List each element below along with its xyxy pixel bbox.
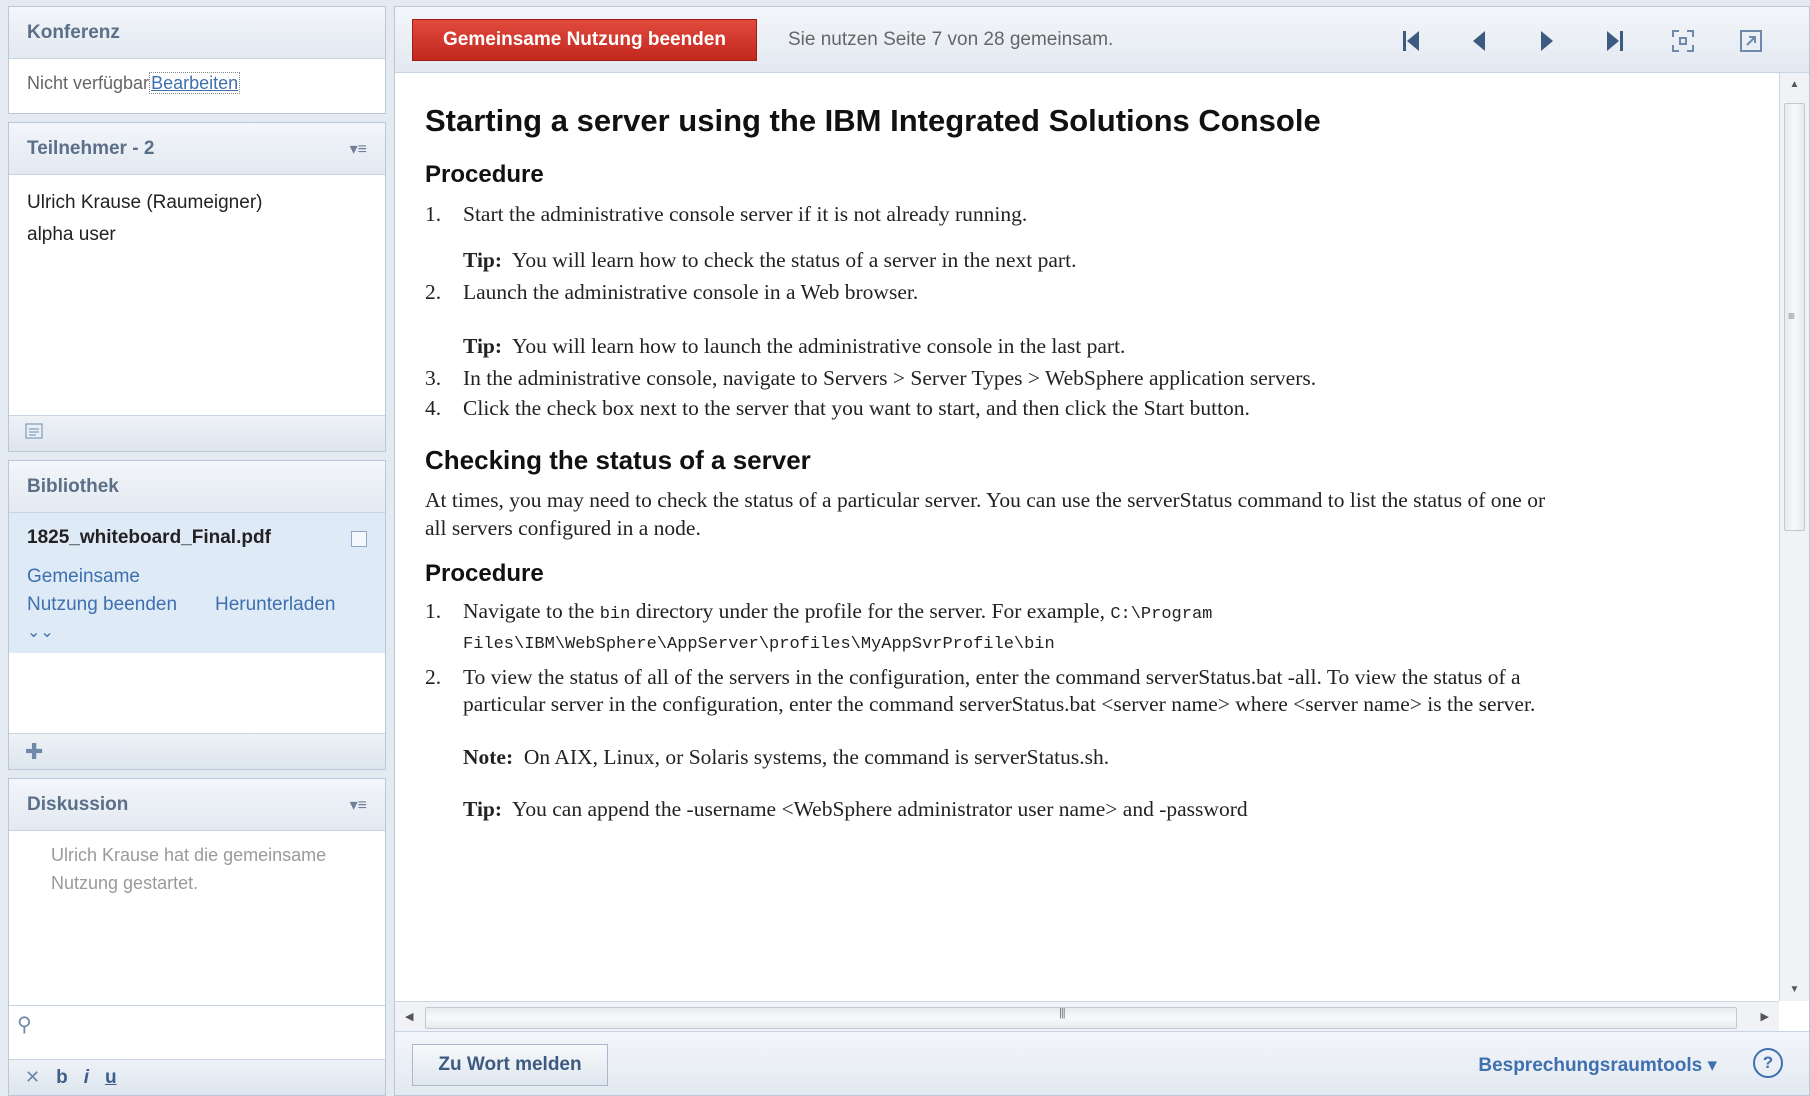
mention-icon[interactable]: ⚲: [17, 1012, 32, 1037]
list-item: 2. To view the status of all of the serv…: [425, 665, 1536, 716]
note: Note: On AIX, Linux, or Solaris systems,…: [463, 745, 1110, 769]
horizontal-scroll-thumb[interactable]: [425, 1007, 1737, 1029]
scroll-down-icon[interactable]: ▼: [1780, 984, 1809, 995]
document-page: Starting a server using the IBM Integrat…: [395, 73, 1781, 1001]
library-file-item[interactable]: 1825_whiteboard_Final.pdf Gemeinsame Nut…: [9, 513, 385, 653]
scroll-right-icon[interactable]: ▶: [1761, 1010, 1769, 1023]
underline-button[interactable]: u: [105, 1067, 117, 1089]
help-icon[interactable]: ?: [1753, 1048, 1783, 1078]
file-checkbox[interactable]: [351, 531, 367, 547]
list-item: 4. Click the check box next to the server…: [425, 396, 1250, 420]
clear-format-icon[interactable]: ✕: [25, 1067, 40, 1088]
tip-note: Tip: You will learn how to launch the ad…: [463, 334, 1126, 358]
download-link[interactable]: Herunterladen: [215, 591, 335, 619]
participant-item[interactable]: alpha user: [27, 219, 367, 251]
tip-note: Tip: You will learn how to check the sta…: [463, 248, 1077, 272]
chat-input[interactable]: ⚲: [9, 1005, 385, 1059]
list-item: 1. Start the administrative console serve…: [425, 202, 1028, 226]
discussion-panel: Diskussion ▾≡ Ulrich Krause hat die geme…: [8, 778, 386, 1096]
share-status: Sie nutzen Seite 7 von 28 gemeinsam.: [788, 29, 1114, 50]
participants-panel: Teilnehmer - 2 ▾≡ Ulrich Krause (Raumeig…: [8, 122, 386, 452]
popout-icon[interactable]: [1717, 21, 1785, 61]
section-paragraph: At times, you may need to check the stat…: [425, 488, 1546, 540]
conference-title: Konferenz: [27, 21, 120, 43]
conference-panel: Konferenz Nicht verfügbar Bearbeiten: [8, 6, 386, 114]
participants-footer: [9, 415, 385, 451]
discussion-message: Ulrich Krause hat die gemeinsame Nutzung…: [51, 845, 327, 893]
format-toolbar: ✕ b i u: [9, 1059, 385, 1095]
procedure-heading: Procedure: [425, 560, 544, 587]
library-footer: ✚: [9, 733, 385, 769]
previous-page-icon[interactable]: [1445, 21, 1513, 61]
italic-button[interactable]: i: [84, 1067, 89, 1089]
stop-sharing-button[interactable]: Gemeinsame Nutzung beenden: [412, 19, 757, 61]
stop-sharing-link[interactable]: Gemeinsame Nutzung beenden: [27, 563, 177, 619]
procedure-heading: Procedure: [425, 161, 544, 188]
library-title: Bibliothek: [27, 475, 119, 497]
fit-page-icon[interactable]: [1649, 21, 1717, 61]
double-chevron-down-icon[interactable]: ⌄⌄: [27, 619, 367, 647]
conference-header: Konferenz: [9, 7, 385, 59]
list-item: 2. Launch the administrative console in a…: [425, 280, 919, 304]
document-title: Starting a server using the IBM Integrat…: [425, 103, 1321, 138]
participant-list-icon[interactable]: [25, 422, 43, 445]
meeting-room-tools-menu[interactable]: Besprechungsraumtools ▾: [1478, 1054, 1717, 1077]
raise-hand-button[interactable]: Zu Wort melden: [412, 1044, 608, 1086]
section-heading: Checking the status of a server: [425, 445, 811, 475]
list-item: 3. In the administrative console, navigat…: [425, 366, 1317, 390]
add-icon[interactable]: ✚: [25, 739, 43, 765]
participants-header: Teilnehmer - 2 ▾≡: [9, 123, 385, 175]
bold-button[interactable]: b: [56, 1067, 68, 1089]
viewer-toolbar: Gemeinsame Nutzung beenden Sie nutzen Se…: [395, 7, 1809, 73]
participant-item[interactable]: Ulrich Krause (Raumeigner): [27, 187, 367, 219]
scroll-up-icon[interactable]: ▲: [1780, 79, 1809, 90]
sidebar: Konferenz Nicht verfügbar Bearbeiten Teil…: [8, 6, 386, 1096]
edit-link[interactable]: Bearbeiten: [149, 72, 241, 94]
first-page-icon[interactable]: [1377, 21, 1445, 61]
library-header: Bibliothek: [9, 461, 385, 513]
share-viewer: Gemeinsame Nutzung beenden Sie nutzen Se…: [394, 6, 1810, 1096]
discussion-header: Diskussion ▾≡: [9, 779, 385, 831]
discussion-title: Diskussion: [27, 793, 129, 815]
grip-icon: ≡: [1788, 309, 1796, 323]
document-viewer[interactable]: Starting a server using the IBM Integrat…: [395, 73, 1809, 1033]
next-page-icon[interactable]: [1513, 21, 1581, 61]
last-page-icon[interactable]: [1581, 21, 1649, 61]
menu-icon[interactable]: ▾≡: [350, 139, 367, 159]
horizontal-scrollbar[interactable]: ◀ ||| ▶: [395, 1001, 1779, 1033]
tip-note: Tip: You can append the -username <WebSp…: [463, 797, 1248, 821]
library-panel: Bibliothek 1825_whiteboard_Final.pdf Gem…: [8, 460, 386, 770]
menu-icon[interactable]: ▾≡: [350, 795, 367, 815]
participants-title: Teilnehmer - 2: [27, 137, 155, 159]
vertical-scrollbar[interactable]: ▲ ≡ ▼: [1779, 73, 1809, 1001]
conference-status: Nicht verfügbar: [27, 73, 150, 93]
file-name: 1825_whiteboard_Final.pdf: [27, 527, 271, 548]
viewer-footer: Zu Wort melden Besprechungsraumtools ▾ ?: [395, 1031, 1809, 1095]
list-item: 1. Navigate to the bin directory under t…: [425, 599, 1213, 654]
grip-icon: |||: [1059, 1007, 1066, 1019]
scroll-left-icon[interactable]: ◀: [405, 1010, 413, 1023]
